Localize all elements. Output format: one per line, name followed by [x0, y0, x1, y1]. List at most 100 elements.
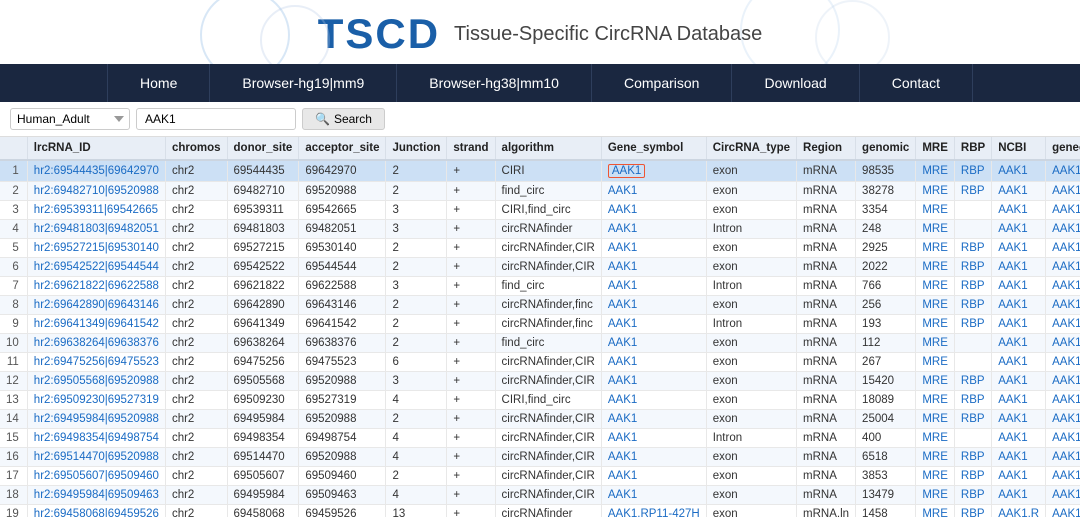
- ncbi-cell[interactable]: AAK1: [992, 296, 1046, 315]
- gene-cell[interactable]: AAK1: [601, 315, 706, 334]
- mre-cell[interactable]: MRE: [916, 410, 955, 429]
- circrna-id-cell[interactable]: hr2:69495984|69520988: [27, 410, 165, 429]
- ncbi-cell[interactable]: AAK1: [992, 448, 1046, 467]
- table-row[interactable]: 5 hr2:69527215|69530140 chr2 69527215 69…: [0, 239, 1080, 258]
- genecards-cell[interactable]: AAK1: [1046, 258, 1080, 277]
- mre-cell[interactable]: MRE: [916, 160, 955, 182]
- mre-cell[interactable]: MRE: [916, 220, 955, 239]
- rbp-cell[interactable]: RBP: [954, 486, 991, 505]
- table-row[interactable]: 11 hr2:69475256|69475523 chr2 69475256 6…: [0, 353, 1080, 372]
- rbp-cell[interactable]: RBP: [954, 277, 991, 296]
- rbp-cell[interactable]: RBP: [954, 448, 991, 467]
- gene-cell[interactable]: AAK1,RP11-427H: [601, 505, 706, 517]
- nav-browser-hg19[interactable]: Browser-hg19|mm9: [210, 64, 397, 102]
- circrna-id-cell[interactable]: hr2:69542522|69544544: [27, 258, 165, 277]
- gene-cell[interactable]: AAK1: [601, 201, 706, 220]
- circrna-id-cell[interactable]: hr2:69505607|69509460: [27, 467, 165, 486]
- circrna-id-cell[interactable]: hr2:69495984|69509463: [27, 486, 165, 505]
- genecards-cell[interactable]: AAK1: [1046, 372, 1080, 391]
- genecards-cell[interactable]: AAK1: [1046, 239, 1080, 258]
- ncbi-cell[interactable]: AAK1: [992, 391, 1046, 410]
- ncbi-cell[interactable]: AAK1: [992, 258, 1046, 277]
- mre-cell[interactable]: MRE: [916, 353, 955, 372]
- genecards-cell[interactable]: AAK1: [1046, 429, 1080, 448]
- genecards-cell[interactable]: AAK1: [1046, 160, 1080, 182]
- table-row[interactable]: 1 hr2:69544435|69642970 chr2 69544435 69…: [0, 160, 1080, 182]
- gene-cell[interactable]: AAK1: [601, 258, 706, 277]
- ncbi-cell[interactable]: AAK1: [992, 467, 1046, 486]
- gene-cell[interactable]: AAK1: [601, 182, 706, 201]
- genecards-cell[interactable]: AAK1: [1046, 467, 1080, 486]
- genecards-cell[interactable]: AAK1: [1046, 486, 1080, 505]
- circrna-id-cell[interactable]: hr2:69481803|69482051: [27, 220, 165, 239]
- gene-cell[interactable]: AAK1: [601, 239, 706, 258]
- gene-cell[interactable]: AAK1: [601, 372, 706, 391]
- rbp-cell[interactable]: RBP: [954, 505, 991, 517]
- ncbi-cell[interactable]: AAK1: [992, 353, 1046, 372]
- mre-cell[interactable]: MRE: [916, 467, 955, 486]
- mre-cell[interactable]: MRE: [916, 505, 955, 517]
- table-row[interactable]: 6 hr2:69542522|69544544 chr2 69542522 69…: [0, 258, 1080, 277]
- table-row[interactable]: 3 hr2:69539311|69542665 chr2 69539311 69…: [0, 201, 1080, 220]
- ncbi-cell[interactable]: AAK1: [992, 410, 1046, 429]
- nav-contact[interactable]: Contact: [860, 64, 973, 102]
- genecards-cell[interactable]: AAK1: [1046, 201, 1080, 220]
- rbp-cell[interactable]: RBP: [954, 239, 991, 258]
- organism-dropdown[interactable]: Human_Adult Human_Fetal Mouse_Adult Mous…: [10, 108, 130, 130]
- table-row[interactable]: 10 hr2:69638264|69638376 chr2 69638264 6…: [0, 334, 1080, 353]
- table-row[interactable]: 17 hr2:69505607|69509460 chr2 69505607 6…: [0, 467, 1080, 486]
- table-row[interactable]: 4 hr2:69481803|69482051 chr2 69481803 69…: [0, 220, 1080, 239]
- circrna-id-cell[interactable]: hr2:69544435|69642970: [27, 160, 165, 182]
- table-row[interactable]: 14 hr2:69495984|69520988 chr2 69495984 6…: [0, 410, 1080, 429]
- gene-cell[interactable]: AAK1: [601, 391, 706, 410]
- ncbi-cell[interactable]: AAK1,R: [992, 505, 1046, 517]
- nav-comparison[interactable]: Comparison: [592, 64, 732, 102]
- mre-cell[interactable]: MRE: [916, 486, 955, 505]
- mre-cell[interactable]: MRE: [916, 429, 955, 448]
- ncbi-cell[interactable]: AAK1: [992, 220, 1046, 239]
- circrna-id-cell[interactable]: hr2:69514470|69520988: [27, 448, 165, 467]
- table-row[interactable]: 15 hr2:69498354|69498754 chr2 69498354 6…: [0, 429, 1080, 448]
- genecards-cell[interactable]: AAK1: [1046, 296, 1080, 315]
- ncbi-cell[interactable]: AAK1: [992, 201, 1046, 220]
- gene-cell[interactable]: AAK1: [601, 160, 706, 182]
- ncbi-cell[interactable]: AAK1: [992, 315, 1046, 334]
- rbp-cell[interactable]: RBP: [954, 315, 991, 334]
- table-row[interactable]: 12 hr2:69505568|69520988 chr2 69505568 6…: [0, 372, 1080, 391]
- gene-cell[interactable]: AAK1: [601, 353, 706, 372]
- rbp-cell[interactable]: RBP: [954, 410, 991, 429]
- mre-cell[interactable]: MRE: [916, 258, 955, 277]
- nav-browser-hg38[interactable]: Browser-hg38|mm10: [397, 64, 592, 102]
- table-row[interactable]: 9 hr2:69641349|69641542 chr2 69641349 69…: [0, 315, 1080, 334]
- ncbi-cell[interactable]: AAK1: [992, 429, 1046, 448]
- mre-cell[interactable]: MRE: [916, 239, 955, 258]
- table-row[interactable]: 7 hr2:69621822|69622588 chr2 69621822 69…: [0, 277, 1080, 296]
- table-row[interactable]: 13 hr2:69509230|69527319 chr2 69509230 6…: [0, 391, 1080, 410]
- genecards-cell[interactable]: AAK1: [1046, 391, 1080, 410]
- ncbi-cell[interactable]: AAK1: [992, 486, 1046, 505]
- mre-cell[interactable]: MRE: [916, 201, 955, 220]
- table-row[interactable]: 8 hr2:69642890|69643146 chr2 69642890 69…: [0, 296, 1080, 315]
- rbp-cell[interactable]: RBP: [954, 296, 991, 315]
- rbp-cell[interactable]: RBP: [954, 391, 991, 410]
- rbp-cell[interactable]: RBP: [954, 467, 991, 486]
- gene-cell[interactable]: AAK1: [601, 486, 706, 505]
- mre-cell[interactable]: MRE: [916, 296, 955, 315]
- mre-cell[interactable]: MRE: [916, 391, 955, 410]
- gene-cell[interactable]: AAK1: [601, 429, 706, 448]
- table-row[interactable]: 19 hr2:69458068|69459526 chr2 69458068 6…: [0, 505, 1080, 517]
- genecards-cell[interactable]: AAK1: [1046, 315, 1080, 334]
- nav-home[interactable]: Home: [107, 64, 210, 102]
- ncbi-cell[interactable]: AAK1: [992, 334, 1046, 353]
- gene-cell[interactable]: AAK1: [601, 296, 706, 315]
- gene-cell[interactable]: AAK1: [601, 277, 706, 296]
- rbp-cell[interactable]: RBP: [954, 372, 991, 391]
- table-row[interactable]: 18 hr2:69495984|69509463 chr2 69495984 6…: [0, 486, 1080, 505]
- circrna-id-cell[interactable]: hr2:69498354|69498754: [27, 429, 165, 448]
- rbp-cell[interactable]: RBP: [954, 258, 991, 277]
- mre-cell[interactable]: MRE: [916, 315, 955, 334]
- circrna-id-cell[interactable]: hr2:69642890|69643146: [27, 296, 165, 315]
- table-row[interactable]: 2 hr2:69482710|69520988 chr2 69482710 69…: [0, 182, 1080, 201]
- ncbi-cell[interactable]: AAK1: [992, 277, 1046, 296]
- circrna-id-cell[interactable]: hr2:69458068|69459526: [27, 505, 165, 517]
